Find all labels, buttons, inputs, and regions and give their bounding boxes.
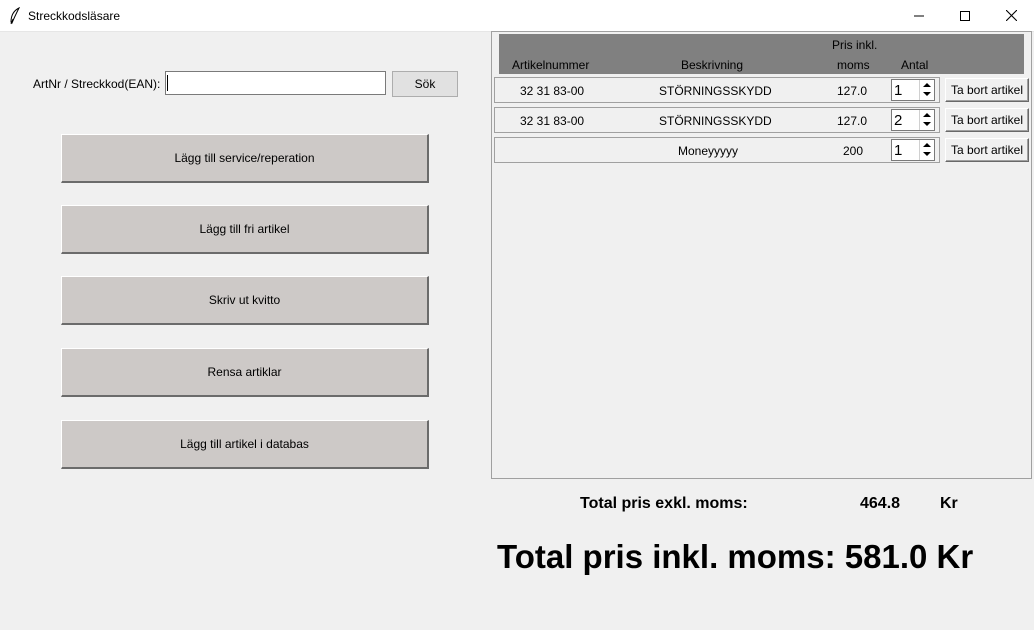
table-row: Moneyyyyy 200 (494, 137, 940, 163)
stepper-arrows[interactable] (919, 140, 934, 160)
table-row: 32 31 83-00 STÖRNINGSSKYDD 127.0 (494, 77, 940, 103)
quantity-stepper[interactable]: 1 (891, 79, 935, 101)
remove-item-button[interactable]: Ta bort artikel (945, 138, 1029, 162)
arrow-up-icon[interactable] (923, 113, 931, 117)
quantity-value[interactable]: 1 (894, 82, 902, 99)
stepper-arrows[interactable] (919, 110, 934, 130)
cell-beskrivning: Moneyyyyy (678, 144, 739, 158)
cell-artikelnummer: 32 31 83-00 (520, 84, 585, 98)
total-excl-unit: Kr (940, 495, 958, 512)
stepper-arrows[interactable] (919, 80, 934, 100)
cell-artikelnummer: 32 31 83-00 (520, 114, 585, 128)
minimize-icon (914, 15, 924, 16)
arrow-down-icon[interactable] (923, 152, 931, 156)
maximize-icon (960, 10, 970, 21)
feather-icon (10, 7, 21, 25)
search-button[interactable]: Sök (392, 71, 458, 97)
total-excl-label: Total pris exkl. moms: (580, 495, 748, 512)
cell-pris: 127.0 (837, 114, 868, 128)
total-excl-value: 464.8 (860, 495, 901, 512)
text-caret (167, 75, 168, 91)
print-receipt-button[interactable]: Skriv ut kvitto (61, 276, 429, 325)
add-service-button[interactable]: Lägg till service/reperation (61, 134, 429, 183)
clear-items-button[interactable]: Rensa artiklar (61, 348, 429, 397)
table-header: Artikelnummer Beskrivning Pris inkl. mom… (499, 34, 1024, 74)
cell-beskrivning: STÖRNINGSSKYDD (659, 114, 772, 128)
quantity-stepper[interactable]: 2 (891, 109, 935, 131)
header-pris-line1: Pris inkl. (832, 38, 878, 52)
header-pris-line2: moms (837, 58, 870, 72)
remove-item-button[interactable]: Ta bort artikel (945, 78, 1029, 102)
cell-pris: 200 (843, 144, 864, 158)
title-bar: Streckkodsläsare (0, 0, 1034, 32)
search-input[interactable] (165, 71, 386, 95)
header-beskrivning: Beskrivning (681, 58, 744, 72)
add-free-item-button[interactable]: Lägg till fri artikel (61, 205, 429, 254)
close-icon (1005, 10, 1017, 21)
maximize-button[interactable] (942, 0, 988, 31)
header-artikelnummer: Artikelnummer (512, 58, 590, 72)
quantity-value[interactable]: 1 (894, 142, 902, 159)
window-title: Streckkodsläsare (28, 9, 121, 23)
arrow-down-icon[interactable] (923, 92, 931, 96)
arrow-up-icon[interactable] (923, 143, 931, 147)
arrow-down-icon[interactable] (923, 122, 931, 126)
cell-pris: 127.0 (837, 84, 868, 98)
quantity-value[interactable]: 2 (894, 112, 902, 129)
quantity-stepper[interactable]: 1 (891, 139, 935, 161)
arrow-up-icon[interactable] (923, 83, 931, 87)
header-antal: Antal (901, 58, 929, 72)
remove-item-button[interactable]: Ta bort artikel (945, 108, 1029, 132)
minimize-button[interactable] (896, 0, 942, 31)
total-incl-text: Total pris inkl. moms: 581.0 Kr (497, 538, 974, 575)
cell-beskrivning: STÖRNINGSSKYDD (659, 84, 772, 98)
add-to-database-button[interactable]: Lägg till artikel i databas (61, 420, 429, 469)
close-button[interactable] (988, 0, 1034, 31)
table-row: 32 31 83-00 STÖRNINGSSKYDD 127.0 (494, 107, 940, 133)
items-panel: Artikelnummer Beskrivning Pris inkl. mom… (491, 31, 1032, 479)
search-label: ArtNr / Streckkod(EAN): (33, 77, 161, 91)
